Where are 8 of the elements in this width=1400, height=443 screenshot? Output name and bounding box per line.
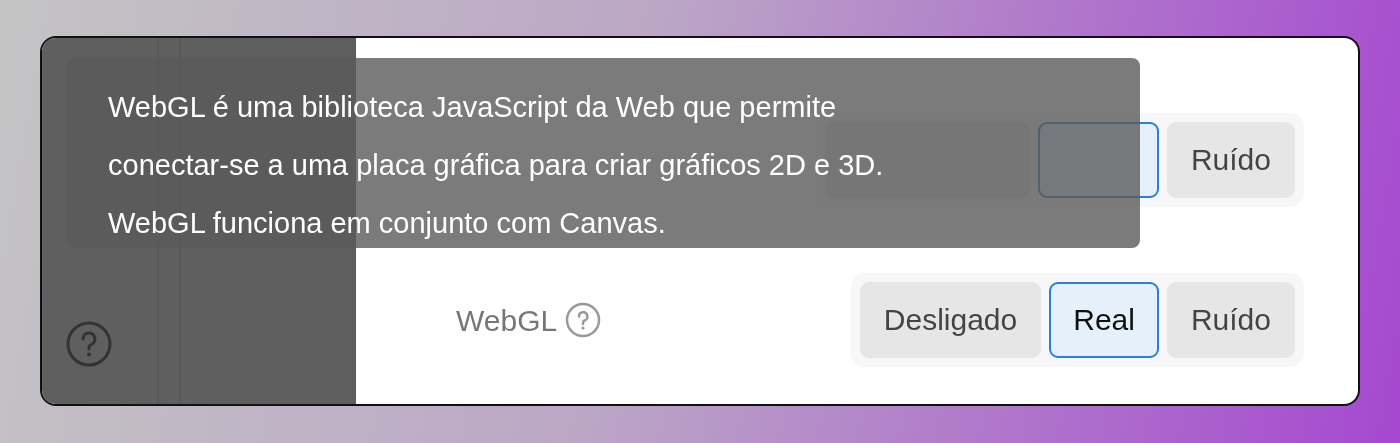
option-button[interactable]: Ruído <box>1166 282 1295 358</box>
option-button[interactable]: Desligado <box>859 282 1042 358</box>
option-button[interactable]: Ruído <box>1166 122 1295 198</box>
help-icon[interactable] <box>66 321 112 367</box>
help-icon[interactable] <box>565 302 602 338</box>
option-button[interactable]: Real <box>1049 282 1159 358</box>
setting-label: WebGL <box>456 302 558 339</box>
tooltip: WebGL é uma biblioteca JavaScript da Web que permite conectar-se a uma placa gráfica para criar gráficos 2D e 3D. WebGL funciona em conjunto com Canvas. <box>66 58 1140 248</box>
